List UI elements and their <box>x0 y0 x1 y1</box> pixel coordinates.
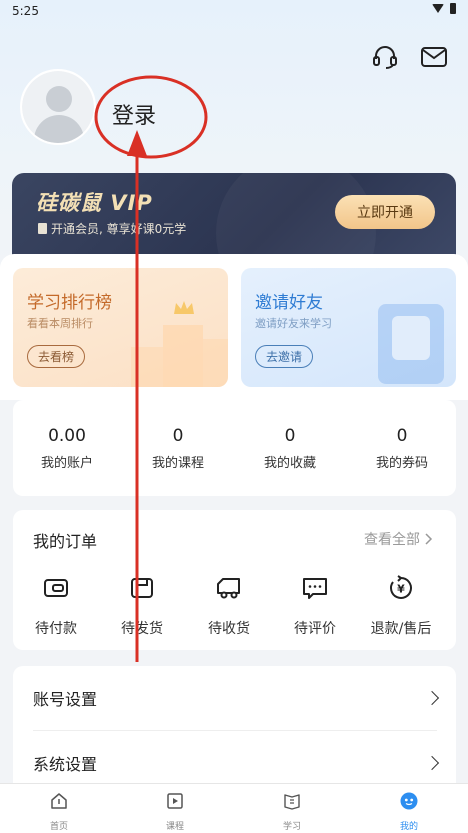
settings-card: 账号设置 系统设置 <box>13 666 456 796</box>
course-icon <box>167 793 183 809</box>
vip-open-button[interactable]: 立即开通 <box>335 195 435 229</box>
vip-title: 硅碳鼠 VIP <box>36 191 153 215</box>
stat-courses[interactable]: 0 我的课程 <box>128 426 228 471</box>
wifi-icon <box>432 4 444 13</box>
truck-icon <box>217 578 240 599</box>
wallet-icon <box>44 579 68 597</box>
stat-coupons[interactable]: 0 我的券码 <box>352 426 452 471</box>
chevron-right-icon <box>425 533 433 545</box>
stat-account[interactable]: 0.00 我的账户 <box>17 426 117 471</box>
vip-subtitle: 开通会员, 尊享好课0元学 <box>38 220 186 237</box>
refund-icon: ¥ <box>390 575 412 599</box>
order-label: 退款/售后 <box>370 621 432 637</box>
invite-envelope-icon <box>378 304 444 384</box>
vip-subtitle-text: 开通会员, 尊享好课0元学 <box>51 222 187 236</box>
tab-label: 我的 <box>399 822 418 832</box>
stat-value: 0 <box>284 426 296 446</box>
tab-study[interactable]: 学习 <box>252 792 332 832</box>
headset-icon[interactable] <box>371 44 399 70</box>
vip-badge-icon <box>38 223 47 234</box>
chevron-right-icon <box>424 690 440 706</box>
order-label: 待收货 <box>208 621 250 637</box>
order-refund[interactable]: ¥ 退款/售后 <box>361 574 441 638</box>
svg-text:¥: ¥ <box>397 583 405 596</box>
mail-icon[interactable] <box>420 44 448 70</box>
orders-view-all-label: 查看全部 <box>364 532 420 548</box>
order-pending-shipment[interactable]: 待发货 <box>102 574 182 638</box>
box-icon <box>131 578 153 598</box>
leaderboard-button[interactable]: 去看榜 <box>27 345 86 368</box>
avatar[interactable] <box>20 69 96 145</box>
study-icon <box>284 794 300 810</box>
order-label: 待发货 <box>121 621 163 637</box>
invite-card[interactable]: 邀请好友 邀请好友来学习 去邀请 <box>241 268 456 387</box>
home-icon <box>51 793 67 809</box>
stats-card: 0.00 我的账户 0 我的课程 0 我的收藏 0 我的券码 <box>13 400 456 496</box>
status-time: 5:25 <box>12 4 39 18</box>
profile-icon <box>400 792 418 810</box>
invite-subtitle: 邀请好友来学习 <box>255 317 332 330</box>
stat-label: 我的课程 <box>151 456 204 471</box>
invite-title: 邀请好友 <box>255 293 323 313</box>
tab-label: 首页 <box>49 822 68 832</box>
stat-label: 我的账户 <box>40 456 93 471</box>
tab-profile[interactable]: 我的 <box>369 792 449 832</box>
orders-view-all[interactable]: 查看全部 <box>364 529 434 549</box>
stat-label: 我的收藏 <box>263 456 316 471</box>
order-pending-review[interactable]: 待评价 <box>275 574 355 638</box>
stat-favorites[interactable]: 0 我的收藏 <box>240 426 340 471</box>
status-bar: 5:25 <box>0 0 468 22</box>
login-link[interactable]: 登录 <box>112 98 156 130</box>
stat-value: 0 <box>396 426 408 446</box>
stat-value: 0.00 <box>48 426 86 446</box>
crown-icon <box>174 301 194 314</box>
order-pending-payment[interactable]: 待付款 <box>16 574 96 638</box>
order-label: 待付款 <box>35 621 77 637</box>
settings-label: 系统设置 <box>33 754 98 774</box>
vip-banner[interactable]: 硅碳鼠 VIP 开通会员, 尊享好课0元学 立即开通 <box>12 173 456 257</box>
comment-icon <box>303 578 327 599</box>
chevron-right-icon <box>424 755 440 770</box>
orders-card: 我的订单 查看全部 待付款 待发货 待收货 待评价 ¥ 退款/售后 <box>13 510 456 650</box>
tab-label: 学习 <box>282 822 301 832</box>
bottom-tab-bar: 首页 课程 学习 我的 <box>0 783 468 833</box>
leaderboard-subtitle: 看看本周排行 <box>27 317 93 330</box>
orders-title: 我的订单 <box>33 532 98 551</box>
settings-label: 账号设置 <box>33 690 98 709</box>
tab-home[interactable]: 首页 <box>19 792 99 832</box>
status-icons <box>432 3 456 14</box>
order-pending-receipt[interactable]: 待收货 <box>189 574 269 638</box>
tab-courses[interactable]: 课程 <box>135 792 215 832</box>
leaderboard-title: 学习排行榜 <box>27 293 112 313</box>
invite-button[interactable]: 去邀请 <box>255 345 314 368</box>
tab-label: 课程 <box>165 822 184 832</box>
stat-value: 0 <box>172 426 184 446</box>
order-label: 待评价 <box>294 621 336 637</box>
leaderboard-card[interactable]: 学习排行榜 看看本周排行 去看榜 <box>13 268 228 387</box>
stat-label: 我的券码 <box>375 456 428 471</box>
account-settings-row[interactable]: 账号设置 <box>33 666 440 730</box>
battery-icon <box>450 3 456 14</box>
